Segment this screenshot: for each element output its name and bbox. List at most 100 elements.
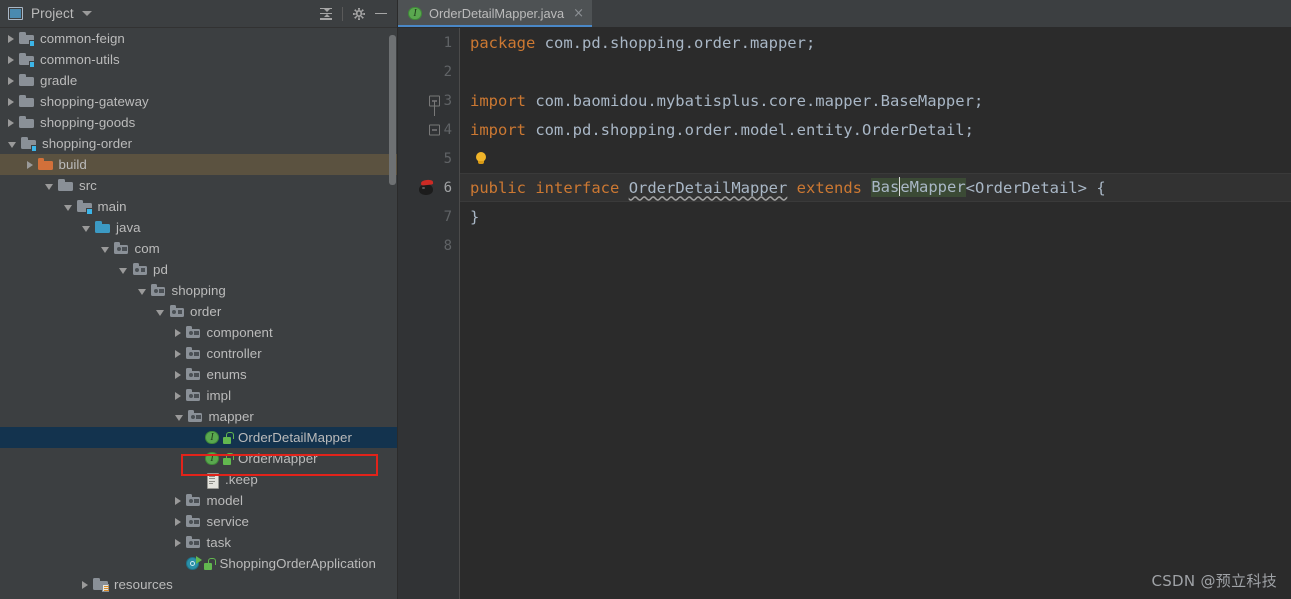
tree-item-label: task xyxy=(206,535,232,550)
minimize-icon xyxy=(375,12,387,15)
close-icon[interactable]: × xyxy=(573,7,584,20)
chevron-down-icon[interactable] xyxy=(156,309,164,316)
project-panel-header: Project xyxy=(0,0,398,28)
chevron-right-icon[interactable] xyxy=(8,76,14,85)
gear-icon xyxy=(352,7,366,21)
tree-item-label: ShoppingOrderApplication xyxy=(219,556,376,571)
chevron-right-icon[interactable] xyxy=(174,349,181,358)
semicolon: ; xyxy=(973,91,984,110)
code-line-3: import com.baomidou.mybatisplus.core.map… xyxy=(460,86,1291,115)
file-icon xyxy=(204,472,220,489)
tree-item-pd[interactable]: pd xyxy=(0,259,398,280)
interface-icon: I xyxy=(407,6,423,22)
chevron-right-icon[interactable] xyxy=(8,34,14,43)
public-modifier-icon xyxy=(222,452,234,466)
package-icon xyxy=(186,535,202,551)
package-icon xyxy=(186,493,202,509)
code-editor[interactable]: 1 2 3 4 5 6 7 8 package com.pd.shopping.… xyxy=(398,28,1291,599)
tree-item-shopping-gateway[interactable]: shopping-gateway xyxy=(0,91,398,112)
gutter-line: 7 xyxy=(398,202,460,231)
interface-icon: I xyxy=(204,451,220,467)
semicolon: ; xyxy=(964,120,974,139)
tree-item-orderdetailmapper[interactable]: I OrderDetailMapper xyxy=(0,427,398,448)
module-folder-icon xyxy=(76,199,93,215)
tree-item-shopping-goods[interactable]: shopping-goods xyxy=(0,112,398,133)
tree-item-task[interactable]: task xyxy=(0,532,398,553)
chevron-right-icon[interactable] xyxy=(8,55,14,64)
chevron-right-icon[interactable] xyxy=(8,97,14,106)
package-icon xyxy=(188,409,204,425)
tree-item-component[interactable]: component xyxy=(0,322,398,343)
tree-item-java[interactable]: java xyxy=(0,217,398,238)
tree-item-src[interactable]: src xyxy=(0,175,398,196)
chevron-right-icon[interactable] xyxy=(174,391,181,400)
project-tree[interactable]: common-feign common-utils gradle shopping-g… xyxy=(0,28,398,599)
tree-item-impl[interactable]: impl xyxy=(0,385,398,406)
scrollbar-thumb[interactable] xyxy=(389,35,396,185)
chevron-down-icon[interactable] xyxy=(137,288,146,295)
keyword-public: public xyxy=(470,178,526,197)
tree-item-com[interactable]: com xyxy=(0,238,398,259)
chevron-right-icon[interactable] xyxy=(174,496,181,505)
tree-item-build[interactable]: build xyxy=(0,154,398,175)
hide-panel-button[interactable] xyxy=(370,3,392,25)
import-package: com.baomidou.mybatisplus.core.mapper. xyxy=(526,91,881,110)
chevron-down-icon[interactable] xyxy=(100,246,109,253)
tree-item-enums[interactable]: enums xyxy=(0,364,398,385)
tree-item-model[interactable]: model xyxy=(0,490,398,511)
tree-item-shopping[interactable]: shopping xyxy=(0,280,398,301)
tab-order-detail-mapper[interactable]: I OrderDetailMapper.java × xyxy=(398,0,593,27)
tree-item-ordermapper[interactable]: I OrderMapper xyxy=(0,448,398,469)
chevron-right-icon[interactable] xyxy=(82,580,88,589)
tree-item-label: com xyxy=(134,241,160,256)
project-tree-scrollbar[interactable] xyxy=(388,28,397,599)
chevron-right-icon[interactable] xyxy=(174,370,181,379)
mybatis-mapper-gutter-icon[interactable] xyxy=(418,179,435,196)
line-number: 1 xyxy=(443,34,452,51)
chevron-down-icon[interactable] xyxy=(174,414,183,421)
package-icon xyxy=(132,262,148,278)
package-icon xyxy=(186,346,202,362)
tree-item-service[interactable]: service xyxy=(0,511,398,532)
text-caret xyxy=(899,177,901,196)
tree-item-label: shopping-order xyxy=(42,136,133,151)
package-icon xyxy=(186,388,202,404)
tree-item-controller[interactable]: controller xyxy=(0,343,398,364)
chevron-down-icon[interactable] xyxy=(81,11,92,16)
collapse-all-button[interactable] xyxy=(315,3,337,25)
code-text[interactable]: package com.pd.shopping.order.mapper; im… xyxy=(460,28,1291,599)
module-folder-icon xyxy=(19,52,35,68)
chevron-right-icon[interactable] xyxy=(174,328,181,337)
tree-item-keep[interactable]: .keep xyxy=(0,469,398,490)
chevron-down-icon[interactable] xyxy=(82,225,90,232)
chevron-down-icon[interactable] xyxy=(8,141,16,148)
lightbulb-intention-icon[interactable] xyxy=(474,151,488,167)
tree-item-label: component xyxy=(206,325,273,340)
chevron-right-icon[interactable] xyxy=(174,517,181,526)
folder-icon xyxy=(19,115,35,131)
line-number: 6 xyxy=(443,179,452,196)
chevron-down-icon[interactable] xyxy=(119,267,127,274)
folder-icon xyxy=(58,178,74,194)
settings-button[interactable] xyxy=(348,3,370,25)
tree-item-common-utils[interactable]: common-utils xyxy=(0,49,398,70)
chevron-right-icon[interactable] xyxy=(8,118,14,127)
chevron-right-icon[interactable] xyxy=(174,538,181,547)
chevron-right-icon[interactable] xyxy=(26,160,33,169)
tree-item-shopping-order[interactable]: shopping-order xyxy=(0,133,398,154)
tree-item-label: build xyxy=(58,157,87,172)
tree-item-order[interactable]: order xyxy=(0,301,398,322)
chevron-down-icon[interactable] xyxy=(45,183,53,190)
tree-item-mapper[interactable]: mapper xyxy=(0,406,398,427)
editor-gutter[interactable]: 1 2 3 4 5 6 7 8 xyxy=(398,28,460,599)
tree-item-gradle[interactable]: gradle xyxy=(0,70,398,91)
tree-item-shoppingorderapplication[interactable]: ShoppingOrderApplication xyxy=(0,553,398,574)
chevron-down-icon[interactable] xyxy=(63,204,72,211)
keyword-interface: interface xyxy=(535,178,620,197)
editor-area: I OrderDetailMapper.java × 1 2 3 4 5 6 7… xyxy=(398,0,1291,599)
tree-item-label: gradle xyxy=(40,73,78,88)
tree-item-resources[interactable]: resources xyxy=(0,574,398,595)
tree-item-main[interactable]: main xyxy=(0,196,398,217)
tree-item-common-feign[interactable]: common-feign xyxy=(0,28,398,49)
fold-marker-icon[interactable] xyxy=(429,124,440,135)
